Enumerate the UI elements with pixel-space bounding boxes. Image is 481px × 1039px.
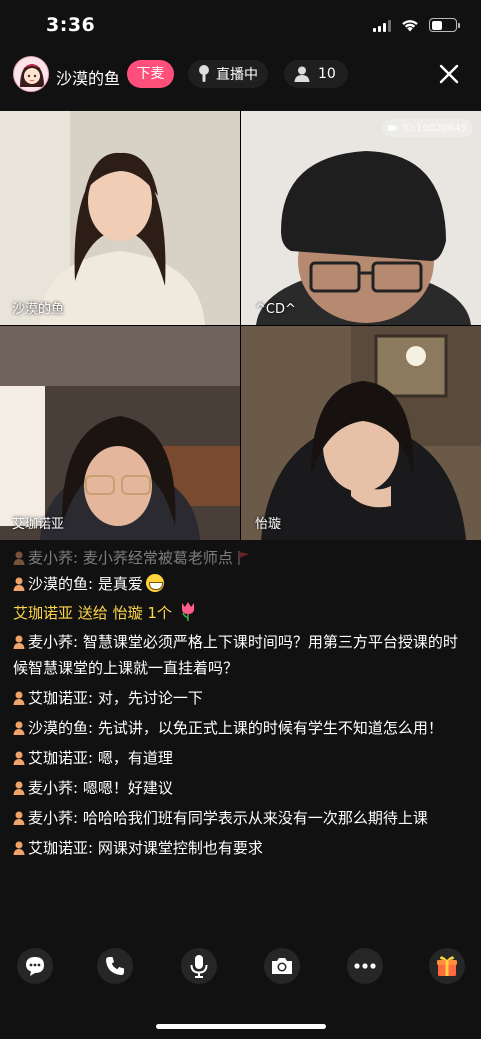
chat-message: 麦小荞: 智慧课堂必须严格上下课时间吗？用第三方平台授课的时候智慧课堂的上课就一… — [13, 633, 458, 677]
participant-name: ^CD^ — [255, 302, 296, 317]
video-tile-3[interactable]: 艾珈诺亚 — [0, 326, 240, 540]
chat-text: 对，先讨论一下 — [97, 689, 203, 707]
chat-user[interactable]: 沙漠的鱼 — [28, 575, 88, 593]
chat-user[interactable]: 艾珈诺亚 — [28, 689, 88, 707]
chat-message: 麦小荞: 嗯嗯！好建议 — [13, 775, 463, 801]
person-icon — [294, 66, 310, 82]
user-badge-icon — [13, 781, 25, 795]
participant-name: 沙漠的鱼 — [12, 302, 65, 317]
chat-text: 是真爱 — [97, 575, 143, 593]
close-icon — [439, 64, 459, 84]
video-grid: 沙漠的鱼 ID:10020645 ^CD^ 艾珈诺亚 怡璇 — [0, 111, 481, 540]
chat-feed[interactable]: 麦小荞: 麦小荞经常被葛老师点 沙漠的鱼: 是真爱 艾珈诺亚 送给 怡璇 1个 … — [0, 545, 481, 925]
room-header: 沙漠的鱼 下麦 直播中 10 — [0, 52, 481, 104]
user-badge-icon — [13, 841, 25, 855]
chat-user[interactable]: 艾珈诺亚 — [28, 749, 88, 767]
home-indicator[interactable] — [156, 1024, 326, 1029]
gift-message: 艾珈诺亚 送给 怡璇 1个 — [13, 597, 463, 629]
leave-mic-button[interactable]: 下麦 — [127, 60, 174, 88]
chat-user[interactable]: 麦小荞 — [28, 633, 73, 651]
more-button[interactable] — [347, 948, 383, 984]
user-badge-icon — [13, 635, 25, 649]
chat-user[interactable]: 艾珈诺亚 — [28, 839, 88, 857]
chat-user[interactable]: 麦小荞 — [28, 809, 73, 827]
gift-button[interactable] — [429, 948, 465, 984]
chat-message: 沙漠的鱼: 是真爱 — [13, 571, 463, 597]
video-feed — [241, 111, 481, 325]
flag-emoji-icon — [238, 551, 249, 565]
video-tile-2[interactable]: ID:10020645 ^CD^ — [241, 111, 481, 325]
chat-text: 嗯，有道理 — [97, 749, 173, 767]
chat-text: 先试讲，以免正式上课的时候有学生不知道怎么用！ — [97, 719, 443, 737]
microphone-icon — [199, 65, 209, 82]
camera-icon — [272, 958, 292, 974]
gift-quantity: 1个 — [147, 604, 172, 622]
chat-message: 艾珈诺亚: 网课对课堂控制也有要求 — [13, 835, 463, 861]
microphone-icon — [190, 955, 208, 978]
microphone-button[interactable] — [181, 948, 217, 984]
user-badge-icon — [13, 811, 25, 825]
chat-user[interactable]: 麦小荞 — [28, 779, 73, 797]
user-badge-icon — [13, 751, 25, 765]
video-feed — [241, 326, 481, 540]
host-name: 沙漠的鱼 — [56, 69, 121, 88]
status-bar: 3:36 — [0, 0, 481, 52]
chat-message: 艾珈诺亚: 对，先讨论一下 — [13, 685, 463, 711]
chat-text: 智慧课堂必须严格上下课时间吗？用第三方平台授课的时候智慧课堂的上课就一直挂着吗？ — [13, 633, 458, 677]
camera-icon — [388, 125, 399, 131]
chat-text: 网课对课堂控制也有要求 — [97, 839, 263, 857]
room-id-badge: ID:10020645 — [382, 119, 473, 137]
user-badge-icon — [13, 551, 25, 565]
bottom-toolbar — [0, 948, 481, 988]
participant-name: 艾珈诺亚 — [12, 517, 65, 532]
room-id-label: ID:10020645 — [402, 122, 467, 134]
call-button[interactable] — [97, 948, 133, 984]
phone-icon — [106, 957, 124, 975]
live-status-label: 直播中 — [216, 67, 258, 83]
camera-button[interactable] — [264, 948, 300, 984]
video-tile-1[interactable]: 沙漠的鱼 — [0, 111, 240, 325]
chat-text: 哈哈哈我们班有同学表示从来没有一次那么期待上课 — [82, 809, 428, 827]
chat-button[interactable] — [17, 948, 53, 984]
viewer-count-pill[interactable]: 10 — [284, 60, 348, 88]
gift-receiver[interactable]: 怡璇 — [113, 604, 143, 622]
gift-icon — [437, 956, 457, 976]
tulip-gift-icon — [181, 602, 194, 621]
host-avatar[interactable] — [13, 56, 49, 92]
user-badge-icon — [13, 691, 25, 705]
cellular-signal-icon — [373, 19, 391, 32]
more-icon — [354, 963, 376, 969]
chat-text: 嗯嗯！好建议 — [82, 779, 173, 797]
participant-name: 怡璇 — [255, 517, 282, 532]
battery-icon — [429, 18, 460, 32]
grin-emoji-icon — [145, 574, 164, 592]
chat-message: 艾珈诺亚: 嗯，有道理 — [13, 745, 463, 771]
chat-user[interactable]: 麦小荞 — [28, 549, 73, 567]
chat-message: 麦小荞: 麦小荞经常被葛老师点 — [13, 545, 463, 571]
user-badge-icon — [13, 577, 25, 591]
gift-verb: 送给 — [77, 604, 108, 622]
status-time: 3:36 — [46, 14, 96, 36]
gift-sender[interactable]: 艾珈诺亚 — [13, 604, 73, 622]
video-feed — [0, 326, 240, 540]
chat-message: 麦小荞: 哈哈哈我们班有同学表示从来没有一次那么期待上课 — [13, 805, 463, 831]
wifi-icon — [402, 19, 418, 31]
live-status-pill: 直播中 — [188, 60, 268, 88]
chat-user[interactable]: 沙漠的鱼 — [28, 719, 88, 737]
viewer-count: 10 — [318, 66, 336, 82]
status-icons — [373, 18, 460, 32]
video-feed — [0, 111, 240, 325]
chat-icon — [26, 957, 44, 976]
chat-message: 沙漠的鱼: 先试讲，以免正式上课的时候有学生不知道怎么用！ — [13, 715, 463, 741]
video-tile-4[interactable]: 怡璇 — [241, 326, 481, 540]
close-button[interactable] — [435, 60, 463, 88]
chat-text: 麦小荞经常被葛老师点 — [82, 549, 233, 567]
user-badge-icon — [13, 721, 25, 735]
